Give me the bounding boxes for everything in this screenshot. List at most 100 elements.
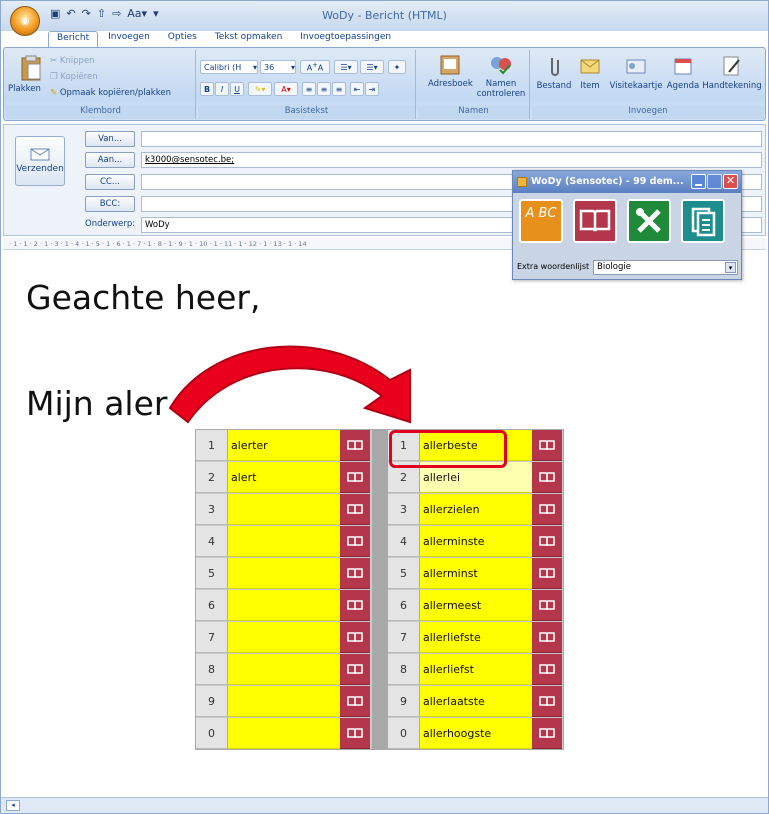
scroll-left-icon[interactable]: ◂ [6, 800, 20, 811]
dictionary-lookup-button[interactable] [340, 622, 370, 653]
prediction-word[interactable] [228, 622, 340, 653]
insert-item-button[interactable]: Item [576, 54, 604, 91]
prediction-word[interactable]: allerhoogste [420, 718, 532, 749]
insert-signature-button[interactable]: Handtekening [702, 54, 762, 91]
cut-button[interactable]: ✂ Knippen [50, 56, 95, 66]
prediction-word[interactable] [228, 494, 340, 525]
prediction-row-left[interactable]: 9 [196, 686, 370, 717]
bold-button[interactable]: B [200, 82, 214, 96]
prediction-word[interactable] [228, 558, 340, 589]
dictionary-lookup-button[interactable] [340, 430, 370, 461]
prediction-row-left[interactable]: 7 [196, 622, 370, 653]
wody-documents-button[interactable] [681, 199, 725, 243]
wody-abc-button[interactable]: A BC [519, 199, 563, 243]
prediction-word[interactable] [228, 718, 340, 749]
dictionary-lookup-button[interactable] [340, 526, 370, 557]
insert-file-button[interactable]: Bestand [534, 54, 574, 91]
tab-invoegtoepassingen[interactable]: Invoegtoepassingen [292, 31, 399, 47]
dictionary-lookup-button[interactable] [532, 558, 562, 589]
paste-button[interactable] [20, 54, 42, 85]
van-field[interactable] [141, 131, 762, 147]
wody-dictionary-button[interactable] [573, 199, 617, 243]
prediction-row-right[interactable]: 9 allerlaatste [388, 686, 562, 717]
prediction-word[interactable] [228, 590, 340, 621]
minimize-button[interactable] [691, 174, 706, 189]
prediction-row-left[interactable]: 6 [196, 590, 370, 621]
cc-button[interactable]: CC... [85, 174, 135, 190]
tab-tekst-opmaken[interactable]: Tekst opmaken [207, 31, 290, 47]
prediction-word[interactable] [228, 686, 340, 717]
styles-button[interactable]: ✦ [388, 60, 406, 74]
font-size-select[interactable]: 36 ▾ [260, 60, 296, 74]
prediction-row-right[interactable]: 8 allerliefst [388, 654, 562, 685]
align-left-button[interactable]: ≡ [302, 82, 316, 96]
align-right-button[interactable]: ≡ [332, 82, 346, 96]
plakken-label[interactable]: Plakken [8, 84, 41, 94]
prediction-row-left[interactable]: 1 alerter [196, 430, 370, 461]
prediction-row-right[interactable]: 4 allerminste [388, 526, 562, 557]
underline-button[interactable]: U [230, 82, 244, 96]
dictionary-lookup-button[interactable] [340, 558, 370, 589]
dictionary-lookup-button[interactable] [532, 462, 562, 493]
align-center-button[interactable]: ≡ [317, 82, 331, 96]
prediction-word[interactable]: allerminste [420, 526, 532, 557]
dictionary-lookup-button[interactable] [532, 718, 562, 749]
prediction-row-left[interactable]: 4 [196, 526, 370, 557]
dictionary-lookup-button[interactable] [340, 686, 370, 717]
prediction-row-right[interactable]: 6 allermeest [388, 590, 562, 621]
prediction-row-right[interactable]: 7 allerliefste [388, 622, 562, 653]
grow-shrink-font-button[interactable]: A+A [300, 60, 330, 74]
prediction-word[interactable] [228, 654, 340, 685]
dictionary-lookup-button[interactable] [532, 622, 562, 653]
tab-opties[interactable]: Opties [160, 31, 205, 47]
prediction-word[interactable]: allermeest [420, 590, 532, 621]
dictionary-lookup-button[interactable] [340, 590, 370, 621]
prediction-word[interactable]: alert [228, 462, 340, 493]
highlight-button[interactable]: ✎▾ [248, 82, 272, 96]
numbering-button[interactable]: ☰▾ [360, 60, 384, 74]
dictionary-lookup-button[interactable] [532, 654, 562, 685]
prediction-word[interactable]: allerzielen [420, 494, 532, 525]
van-button[interactable]: Van... [85, 131, 135, 147]
adresboek-button[interactable]: Adresboek [428, 54, 473, 89]
bullets-button[interactable]: ☰▾ [334, 60, 358, 74]
prediction-word[interactable]: allerminst [420, 558, 532, 589]
aan-button[interactable]: Aan... [85, 152, 135, 168]
copy-button[interactable]: ❐ Kopiëren [50, 72, 98, 82]
dictionary-lookup-button[interactable] [532, 686, 562, 717]
prediction-word[interactable]: allerliefste [420, 622, 532, 653]
prediction-word[interactable]: allerliefst [420, 654, 532, 685]
font-color-button[interactable]: A▾ [274, 82, 298, 96]
insert-business-card-button[interactable]: Visitekaartje [608, 54, 664, 91]
prediction-word[interactable]: alerter [228, 430, 340, 461]
prediction-row-left[interactable]: 3 [196, 494, 370, 525]
format-painter-button[interactable]: ✎ Opmaak kopiëren/plakken [50, 88, 171, 98]
maximize-button[interactable] [707, 174, 722, 189]
prediction-row-right[interactable]: 0 allerhoogste [388, 718, 562, 749]
prediction-word[interactable]: allerlaatste [420, 686, 532, 717]
close-button[interactable]: ✕ [723, 174, 738, 189]
dictionary-lookup-button[interactable] [532, 430, 562, 461]
check-names-button[interactable]: Namen controleren [476, 54, 526, 99]
dictionary-lookup-button[interactable] [340, 462, 370, 493]
prediction-row-left[interactable]: 8 [196, 654, 370, 685]
wody-settings-button[interactable] [627, 199, 671, 243]
send-button[interactable]: Verzenden [15, 136, 65, 186]
prediction-word[interactable] [228, 526, 340, 557]
bcc-button[interactable]: BCC: [85, 196, 135, 212]
dictionary-lookup-button[interactable] [532, 494, 562, 525]
prediction-row-left[interactable]: 0 [196, 718, 370, 749]
prediction-row-left[interactable]: 5 [196, 558, 370, 589]
font-name-select[interactable]: Calibri (H ▾ [200, 60, 258, 74]
dictionary-lookup-button[interactable] [532, 590, 562, 621]
decrease-indent-button[interactable]: ⇤ [350, 82, 364, 96]
dictionary-lookup-button[interactable] [340, 654, 370, 685]
prediction-row-left[interactable]: 2 alert [196, 462, 370, 493]
office-button[interactable]: ◉ [10, 6, 40, 36]
tab-invoegen[interactable]: Invoegen [100, 31, 158, 47]
prediction-row-right[interactable]: 3 allerzielen [388, 494, 562, 525]
dictionary-lookup-button[interactable] [340, 494, 370, 525]
dictionary-lookup-button[interactable] [340, 718, 370, 749]
dictionary-lookup-button[interactable] [532, 526, 562, 557]
prediction-row-right[interactable]: 5 allerminst [388, 558, 562, 589]
